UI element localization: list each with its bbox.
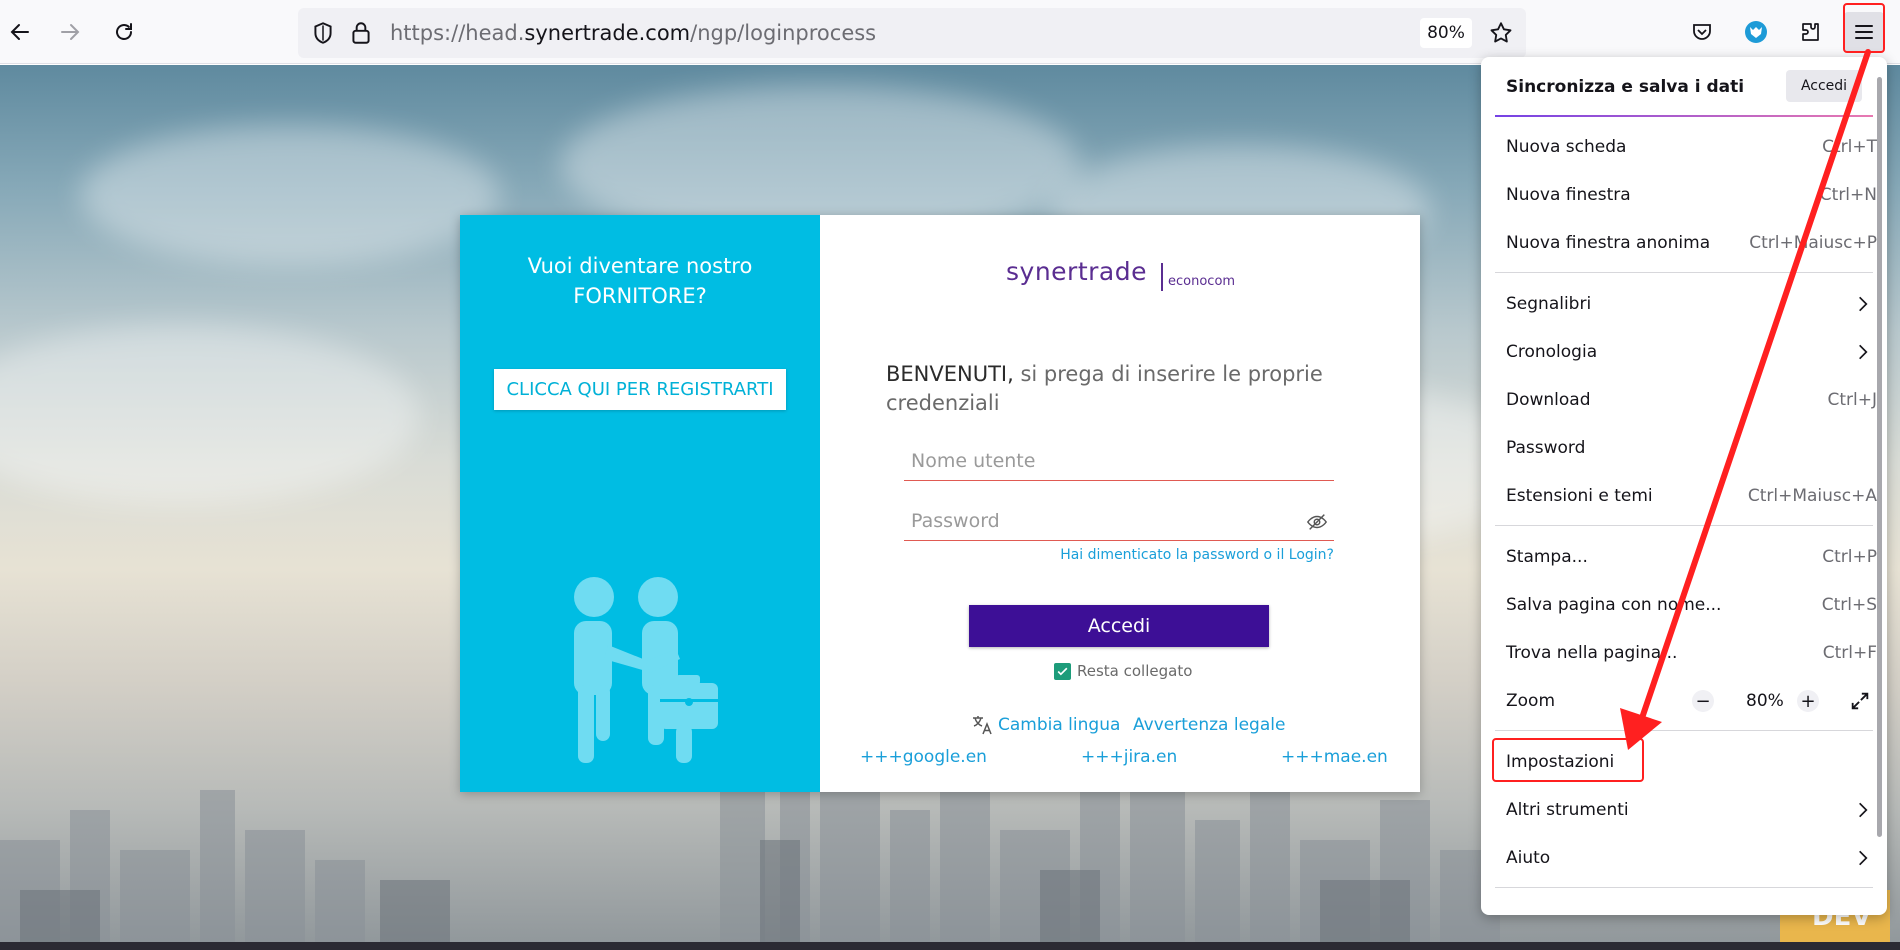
reload-button[interactable] bbox=[104, 12, 144, 52]
chevron-right-icon bbox=[1859, 850, 1868, 866]
pocket-icon bbox=[1693, 24, 1711, 40]
sync-signin-button[interactable]: Accedi bbox=[1786, 70, 1862, 102]
lock-icon[interactable] bbox=[348, 20, 374, 46]
chevron-right-icon bbox=[1859, 296, 1868, 312]
mae-link[interactable]: +++mae.en bbox=[1281, 747, 1388, 767]
translate-icon bbox=[973, 716, 992, 735]
menu-history[interactable]: Cronologia bbox=[1491, 330, 1877, 374]
change-language-link[interactable]: Cambia lingua bbox=[970, 713, 1120, 737]
zoom-out-button[interactable]: − bbox=[1692, 690, 1714, 712]
menu-find-in-page[interactable]: Trova nella pagina... Ctrl+F bbox=[1491, 631, 1877, 675]
menu-save-page[interactable]: Salva pagina con nome... Ctrl+S bbox=[1491, 583, 1877, 627]
synertrade-logo: synertrade econocom bbox=[1006, 257, 1236, 291]
chevron-right-icon bbox=[1859, 344, 1868, 360]
menu-bookmarks[interactable]: Segnalibri bbox=[1491, 282, 1877, 326]
reload-icon bbox=[116, 23, 132, 40]
menu-downloads[interactable]: Download Ctrl+J bbox=[1491, 378, 1877, 422]
google-link[interactable]: +++google.en bbox=[860, 747, 987, 767]
menu-addons-themes[interactable]: Estensioni e temi Ctrl+Maiusc+A bbox=[1491, 474, 1877, 518]
menu-passwords[interactable]: Password bbox=[1491, 426, 1877, 470]
menu-new-tab[interactable]: Nuova scheda Ctrl+T bbox=[1491, 125, 1877, 169]
sync-title: Sincronizza e salva i dati bbox=[1506, 77, 1745, 97]
zoom-value[interactable]: 80% bbox=[1746, 691, 1784, 711]
url-bar[interactable]: https://head.synertrade.com/ngp/loginpro… bbox=[298, 8, 1526, 58]
browser-toolbar: https://head.synertrade.com/ngp/loginpro… bbox=[0, 0, 1900, 64]
zoom-controls: − 80% + bbox=[1692, 679, 1877, 723]
extensions-button[interactable] bbox=[1790, 12, 1830, 52]
taskbar-strip bbox=[0, 942, 1900, 950]
extension-fox-icon bbox=[1745, 21, 1767, 43]
fullscreen-icon[interactable] bbox=[1849, 690, 1871, 712]
menu-print[interactable]: Stampa... Ctrl+P bbox=[1491, 535, 1877, 579]
shield-icon[interactable] bbox=[310, 20, 336, 46]
login-button[interactable]: Accedi bbox=[969, 605, 1269, 647]
username-field[interactable] bbox=[904, 443, 1334, 481]
supplier-promo-text: Vuoi diventare nostro FORNITORE? bbox=[527, 254, 753, 308]
supplier-panel: Vuoi diventare nostro FORNITORE? CLICCA … bbox=[460, 215, 820, 792]
remember-label: Resta collegato bbox=[1077, 662, 1193, 680]
footer-links: Cambia lingua Avvertenza legale bbox=[820, 713, 1420, 743]
remember-checkbox[interactable] bbox=[1054, 662, 1071, 680]
pocket-button[interactable] bbox=[1682, 12, 1722, 52]
menu-private-window[interactable]: Nuova finestra anonima Ctrl+Maiusc+P bbox=[1491, 221, 1877, 265]
register-button[interactable]: CLICCA QUI PER REGISTRARTI bbox=[494, 369, 786, 410]
eye-slash-icon[interactable] bbox=[1306, 511, 1328, 533]
forward-icon bbox=[61, 24, 80, 40]
menu-scrollbar[interactable] bbox=[1877, 77, 1882, 837]
app-menu-panel: Sincronizza e salva i dati Accedi Nuova … bbox=[1481, 57, 1887, 915]
welcome-heading: BENVENUTI, si prega di inserire le propr… bbox=[886, 362, 1323, 415]
zoom-in-button[interactable]: + bbox=[1797, 690, 1819, 712]
password-field[interactable] bbox=[904, 503, 1334, 541]
annotation-box-menu-button bbox=[1843, 3, 1885, 53]
menu-new-window[interactable]: Nuova finestra Ctrl+N bbox=[1491, 173, 1877, 217]
handshake-illustration bbox=[574, 577, 718, 763]
bookmark-star-icon[interactable] bbox=[1488, 20, 1514, 46]
external-links: +++google.en +++jira.en +++mae.en bbox=[820, 747, 1420, 771]
legal-notice-link[interactable]: Avvertenza legale bbox=[1133, 715, 1285, 735]
menu-more-tools[interactable]: Altri strumenti bbox=[1491, 788, 1877, 832]
forward-button[interactable] bbox=[50, 12, 90, 52]
menu-zoom: Zoom − 80% + bbox=[1491, 679, 1877, 723]
password-input[interactable] bbox=[904, 503, 1334, 539]
jira-link[interactable]: +++jira.en bbox=[1081, 747, 1177, 767]
url-text[interactable]: https://head.synertrade.com/ngp/loginpro… bbox=[390, 21, 876, 45]
back-icon bbox=[10, 24, 29, 40]
annotation-box-settings bbox=[1492, 738, 1644, 782]
back-button[interactable] bbox=[0, 12, 40, 52]
check-icon bbox=[1057, 667, 1068, 675]
username-input[interactable] bbox=[904, 443, 1334, 479]
extensions-icon bbox=[1802, 23, 1819, 41]
remember-me[interactable]: Resta collegato bbox=[1054, 662, 1192, 680]
forgot-password-link[interactable]: Hai dimenticato la password o il Login? bbox=[904, 547, 1334, 563]
chevron-right-icon bbox=[1859, 802, 1868, 818]
login-card: Vuoi diventare nostro FORNITORE? CLICCA … bbox=[460, 215, 1420, 792]
login-form-panel: synertrade econocom BENVENUTI, si prega … bbox=[820, 215, 1420, 792]
fox-extension-button[interactable] bbox=[1736, 12, 1776, 52]
zoom-level-badge[interactable]: 80% bbox=[1420, 18, 1472, 48]
sync-header: Sincronizza e salva i dati Accedi bbox=[1481, 57, 1887, 115]
menu-help[interactable]: Aiuto bbox=[1491, 836, 1877, 880]
